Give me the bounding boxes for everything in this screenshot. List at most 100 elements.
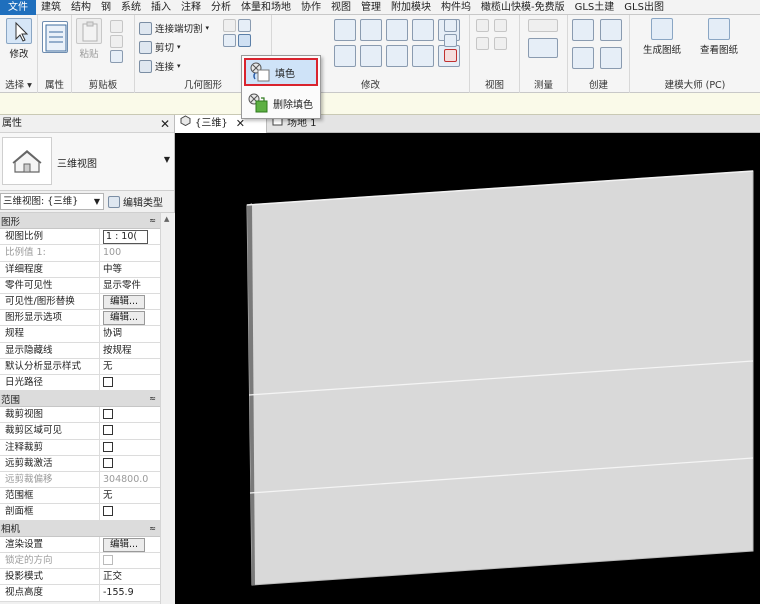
menu-tab[interactable]: 文件 [0,0,36,15]
dimension-icon[interactable] [528,38,558,58]
match-properties-icon[interactable] [110,50,123,63]
create-parts-icon[interactable] [600,19,622,41]
cope-button[interactable]: 连接端切割 ▾ [139,19,209,37]
delete-icon[interactable] [444,49,457,62]
property-value[interactable]: 显示零件 [100,277,160,293]
collapse-icon[interactable]: ≈ [149,524,156,533]
edit-button[interactable]: 编辑... [103,537,146,552]
edit-button[interactable]: 编辑... [103,311,146,326]
property-value[interactable]: 无 [100,358,160,374]
cut-tool-icon[interactable] [110,20,123,33]
create-assembly-icon[interactable] [572,19,594,41]
property-name: 视点高度 [0,585,100,601]
menu-tab[interactable]: 附加模块 [386,0,436,15]
panel-create: 创建 [568,15,630,93]
edit-button[interactable]: 编辑... [103,294,146,309]
demolish-icon[interactable] [223,34,236,47]
menu-tab[interactable]: 注释 [176,0,206,15]
property-section-header[interactable]: 范围 ≈ [0,391,160,408]
3d-viewport[interactable] [175,133,760,604]
panel-label-select[interactable]: 选择 ▾ [0,79,37,92]
properties-palette: 属性 ✕ 三维视图 ▼ 三维视图: {三维} ▼ 编辑类型 图形 ≈ 视图比例 … [0,115,175,604]
view-scale-input[interactable]: 1 : 10( [103,230,148,245]
modify-button[interactable]: 修改 [3,18,35,60]
menu-tab[interactable]: 结构 [66,0,96,15]
collapse-icon[interactable]: ≈ [149,216,156,225]
menu-tab[interactable]: 管理 [356,0,386,15]
view-drawings-button[interactable]: 查看图纸 [694,18,744,56]
menu-tab[interactable]: GLS出图 [619,0,669,15]
menu-tab[interactable]: 系统 [116,0,146,15]
property-section-header[interactable]: 图形 ≈ [0,213,160,230]
join-geometry-button[interactable]: 连接 ▾ [139,57,181,75]
edit-type-button[interactable]: 编辑类型 [108,194,163,209]
chevron-down-icon: ▼ [93,197,100,206]
split-face-icon[interactable] [223,19,236,32]
menu-tab[interactable]: 体量和场地 [236,0,296,15]
wall-joins-icon[interactable] [238,19,251,32]
menu-tab[interactable]: 橄榄山快模-免费版 [476,0,570,15]
menu-tab[interactable]: 构件坞 [436,0,476,15]
mirror-draw-icon[interactable] [412,19,434,41]
menu-tab[interactable]: GLS土建 [570,0,620,15]
property-checkbox[interactable] [103,409,113,420]
linework-icon[interactable] [494,37,507,50]
offset-icon[interactable] [360,19,382,41]
mirror-axis-icon[interactable] [386,19,408,41]
property-row: 注释裁剪 [0,439,160,456]
pin-icon[interactable] [444,19,457,32]
property-checkbox[interactable] [103,441,113,452]
measure-tools [528,19,558,58]
property-name: 详细程度 [0,261,100,277]
properties-button[interactable] [41,21,69,55]
menu-tab[interactable]: 分析 [206,0,236,15]
generate-drawings-button[interactable]: 生成图纸 [638,18,686,56]
property-value[interactable]: 按规程 [100,342,160,358]
copy-tool-icon[interactable] [110,35,123,48]
type-selector[interactable]: 三维视图 ▼ [0,133,174,191]
paint-dropdown-icon[interactable] [238,34,251,47]
menu-tab[interactable]: 协作 [296,0,326,15]
measure-distance-icon[interactable] [528,19,558,32]
cut-geometry-button[interactable]: 剪切 ▾ [139,38,181,56]
property-checkbox[interactable] [103,425,113,436]
menu-tab[interactable]: 视图 [326,0,356,15]
property-checkbox[interactable] [103,457,113,468]
move-icon[interactable] [334,45,356,67]
create-similar-icon[interactable] [600,47,622,69]
property-value[interactable]: 正交 [100,569,160,585]
property-name: 远剪裁激活 [0,455,100,471]
override-icon[interactable] [494,19,507,32]
paint-menu-item[interactable]: 填色 [244,58,318,86]
unpin-icon[interactable] [444,34,457,47]
properties-scrollbar[interactable]: ▲ [160,213,175,604]
property-value[interactable]: 无 [100,488,160,504]
paint-dropdown-menu: 填色 删除填色 [241,55,321,119]
menu-tab[interactable]: 插入 [146,0,176,15]
trim-single-icon[interactable] [412,45,434,67]
remove-paint-menu-item[interactable]: 删除填色 [244,89,318,117]
property-checkbox[interactable] [103,506,113,517]
menu-tab[interactable]: 钢 [96,0,116,15]
property-value[interactable]: 协调 [100,326,160,342]
property-section-header[interactable]: 相机 ≈ [0,520,160,537]
scroll-up-icon[interactable]: ▲ [164,215,169,223]
lightbulb-icon[interactable] [476,19,489,32]
generate-drawings-icon [651,18,673,40]
property-value[interactable]: 中等 [100,261,160,277]
property-checkbox[interactable] [103,376,113,387]
rotate-icon[interactable] [360,45,382,67]
close-icon[interactable]: ✕ [160,115,170,133]
menu-tab[interactable]: 建筑 [36,0,66,15]
collapse-icon[interactable]: ≈ [149,394,156,403]
align-icon[interactable] [334,19,356,41]
paste-button[interactable]: 粘贴 [76,18,102,60]
property-value[interactable]: -155.9 [100,585,160,601]
trim-icon[interactable] [386,45,408,67]
wall-model[interactable] [175,133,760,604]
create-group-icon[interactable] [572,47,594,69]
instance-selector[interactable]: 三维视图: {三维} ▼ [0,193,104,210]
brush-icon[interactable] [476,37,489,50]
panel-clipboard: 粘贴 剪贴板 [72,15,135,93]
property-row: 裁剪视图 [0,407,160,424]
